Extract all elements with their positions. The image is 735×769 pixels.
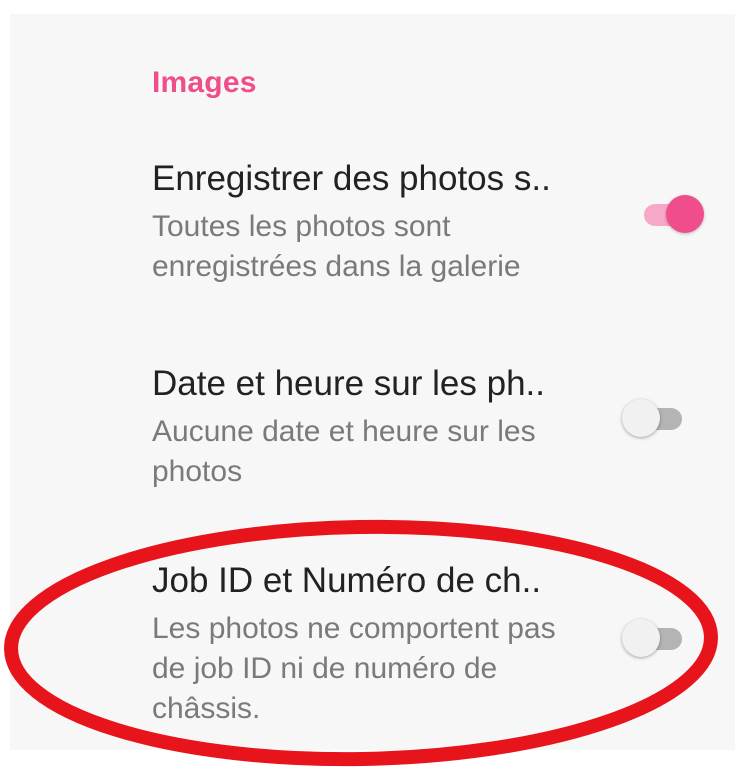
setting-title: Enregistrer des photos s.. xyxy=(152,159,551,198)
toggle-thumb xyxy=(666,195,704,233)
job-id-toggle[interactable] xyxy=(622,618,686,658)
setting-title: Date et heure sur les ph.. xyxy=(152,364,545,403)
setting-title: Job ID et Numéro de ch.. xyxy=(152,561,542,600)
settings-screen: Images Enregistrer des photos s.. Toutes… xyxy=(10,14,735,750)
setting-summary: Aucune date et heure sur les photos xyxy=(152,415,536,488)
save-photos-toggle[interactable] xyxy=(640,194,704,234)
setting-date-time[interactable]: Date et heure sur les ph.. Aucune date e… xyxy=(152,364,722,494)
setting-job-id[interactable]: Job ID et Numéro de ch.. Les photos ne c… xyxy=(152,561,722,731)
date-time-toggle[interactable] xyxy=(622,398,686,438)
setting-summary: Les photos ne comportent pas de job ID n… xyxy=(152,612,556,725)
setting-summary: Toutes les photos sont enregistrées dans… xyxy=(152,210,521,283)
toggle-thumb xyxy=(622,619,660,657)
setting-save-photos[interactable]: Enregistrer des photos s.. Toutes les ph… xyxy=(152,159,722,289)
section-header-images: Images xyxy=(152,66,257,99)
toggle-thumb xyxy=(622,399,660,437)
